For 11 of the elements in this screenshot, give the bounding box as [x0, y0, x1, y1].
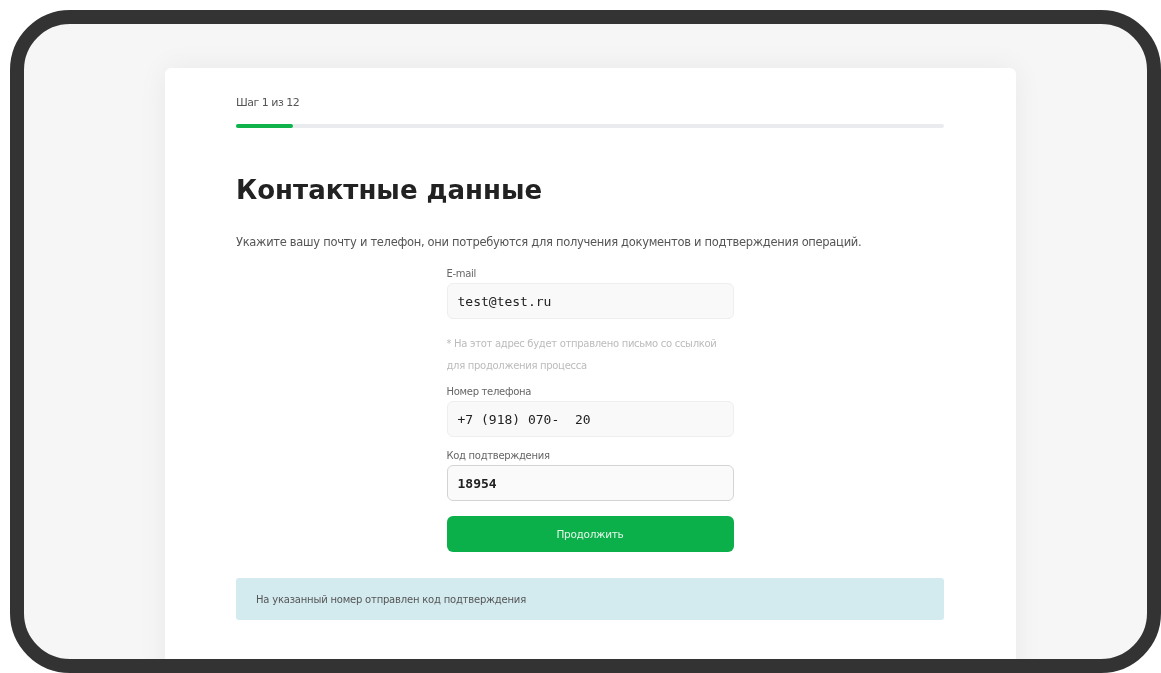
page-heading: Контактные данные — [236, 174, 544, 207]
input-field[interactable]: test@test.ru — [446, 283, 734, 319]
description-text: Укажите вашу почту и телефон, они потребуются для получения документов и подтверждения операций. — [236, 234, 863, 250]
hint-text: * На этот адрес будет отправлено письмо со ссылкой для продолжения процесса — [446, 337, 718, 373]
field-label: Код подтверждения — [446, 449, 551, 463]
input-field[interactable]: +7 (918) 070- 20 — [446, 401, 734, 437]
info-alert: На указанный номер отправлен код подтверждения — [236, 578, 944, 620]
step-label: Шаг 1 из 12 — [236, 96, 301, 111]
input-field[interactable]: 18954 — [446, 465, 734, 501]
field-label: Номер телефона — [446, 385, 533, 399]
field-label: E-mail — [446, 267, 478, 281]
